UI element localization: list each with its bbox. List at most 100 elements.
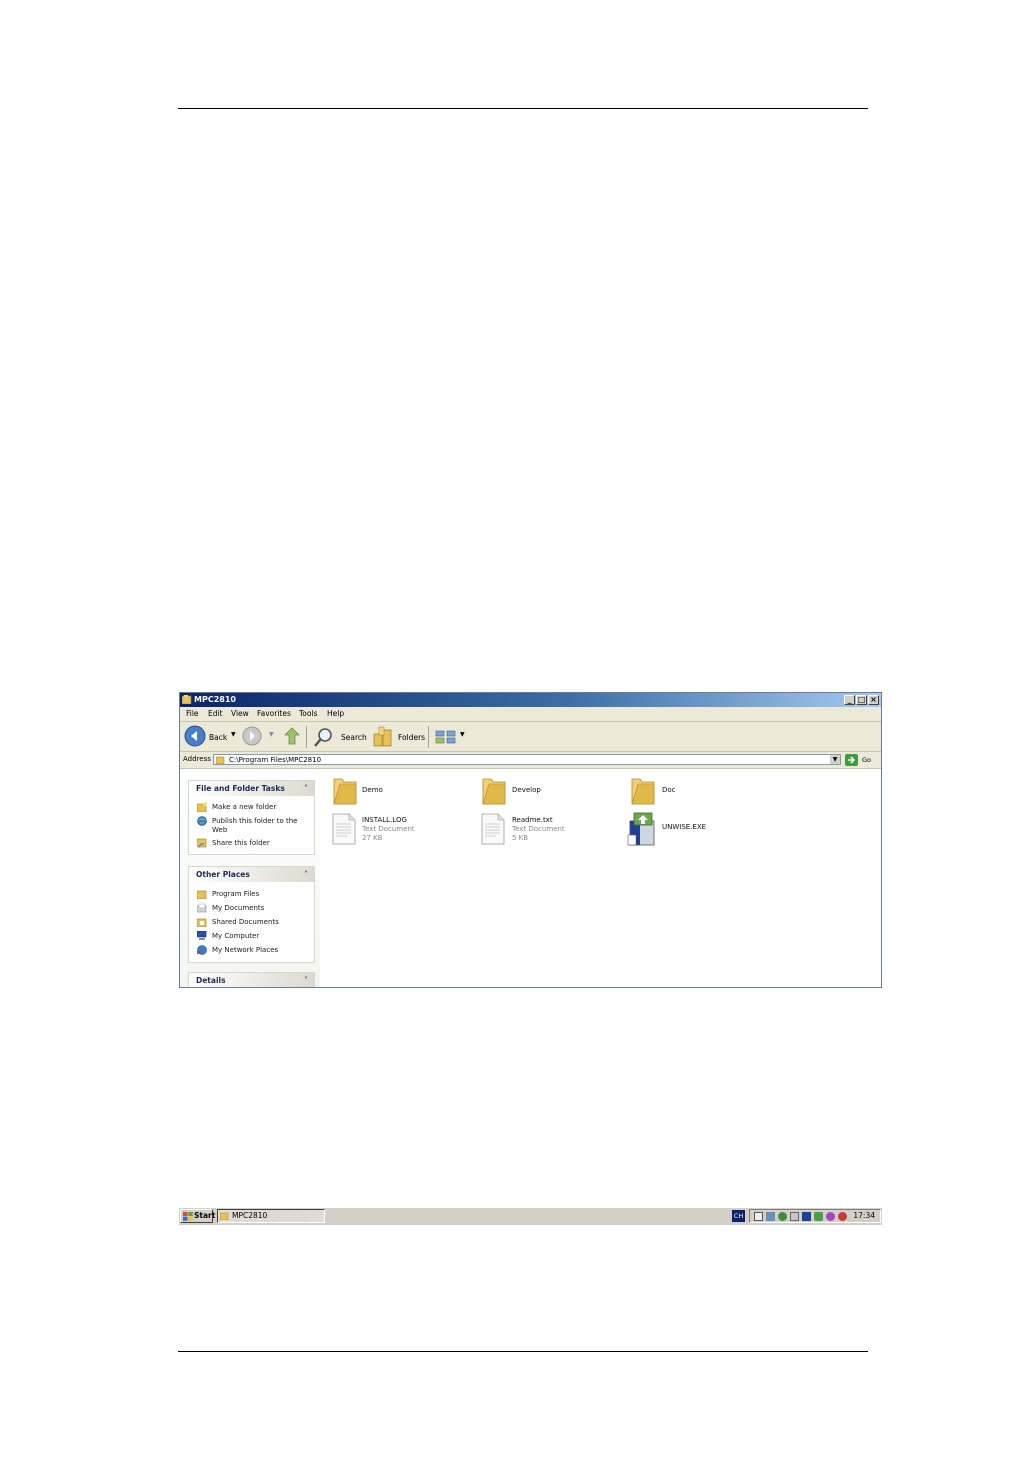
file-size: 27 KB xyxy=(362,834,383,842)
forward-arrow-icon[interactable] xyxy=(242,726,262,746)
task-label: Share this folder xyxy=(212,839,270,847)
views-dropdown-icon[interactable]: ▼ xyxy=(460,731,465,738)
windows-logo-icon xyxy=(183,1212,193,1221)
file-type: Text Document xyxy=(512,825,565,833)
new-folder-icon xyxy=(197,802,207,812)
tray-app-icon[interactable] xyxy=(790,1212,799,1221)
go-arrow-icon[interactable] xyxy=(845,754,858,766)
globe-icon xyxy=(197,816,207,826)
task-label: Web xyxy=(212,826,228,834)
shared-folder-icon xyxy=(197,838,207,848)
security-shield-icon[interactable] xyxy=(838,1212,847,1221)
folders-icon[interactable] xyxy=(373,726,393,748)
panel-title: Other Places xyxy=(196,870,250,879)
file-item-install-log[interactable]: INSTALL.LOG Text Document 27 KB xyxy=(332,813,462,847)
menu-file[interactable]: File xyxy=(186,707,199,721)
folders-button[interactable]: Folders xyxy=(398,733,425,742)
my-documents-icon xyxy=(197,903,207,913)
folder-icon xyxy=(333,778,357,805)
menu-edit[interactable]: Edit xyxy=(208,707,223,721)
taskbar-window-button[interactable]: MPC2810 xyxy=(217,1209,325,1223)
language-indicator[interactable]: CH xyxy=(732,1210,745,1222)
panel-title: Details xyxy=(196,976,226,985)
file-item-readme[interactable]: Readme.txt Text Document 5 KB xyxy=(481,813,611,847)
other-places-panel: Other Places ˄ Program Files My Document… xyxy=(188,866,315,963)
restore-button[interactable]: □ xyxy=(856,695,867,705)
menu-view[interactable]: View xyxy=(231,707,249,721)
keyboard-icon[interactable] xyxy=(754,1212,763,1221)
place-label: Program Files xyxy=(212,890,260,898)
start-label: Start xyxy=(194,1211,216,1220)
file-item-unwise[interactable]: UNWISE.EXE xyxy=(626,811,756,847)
menu-bar: File Edit View Favorites Tools Help xyxy=(180,707,881,722)
file-name: INSTALL.LOG xyxy=(362,816,407,824)
close-button[interactable]: × xyxy=(868,695,879,705)
menu-favorites[interactable]: Favorites xyxy=(257,707,291,721)
expand-chevron-icon[interactable]: ˅ xyxy=(304,973,308,987)
address-dropdown-icon[interactable]: ▼ xyxy=(830,755,840,764)
footer-rule xyxy=(178,1351,868,1352)
back-arrow-icon[interactable] xyxy=(184,725,206,747)
computer-icon xyxy=(197,931,207,940)
up-folder-icon[interactable] xyxy=(284,727,300,745)
file-type: Text Document xyxy=(362,825,415,833)
place-label: My Computer xyxy=(212,932,260,940)
menu-help[interactable]: Help xyxy=(327,707,344,721)
task-label: Make a new folder xyxy=(212,803,277,811)
installer-icon xyxy=(627,812,655,846)
go-button[interactable]: Go xyxy=(862,756,871,764)
place-label: My Network Places xyxy=(212,946,279,954)
header-rule xyxy=(178,108,868,109)
views-icon[interactable] xyxy=(435,730,457,744)
file-name: UNWISE.EXE xyxy=(662,823,707,831)
address-bar: Address C:\Program Files\MPC2810 ▼ Go xyxy=(180,752,881,769)
file-item-develop[interactable]: Develop xyxy=(481,775,611,809)
panel-title: File and Folder Tasks xyxy=(196,784,285,793)
collapse-chevron-icon[interactable]: ˄ xyxy=(304,781,308,796)
taskbar-window-label: MPC2810 xyxy=(232,1211,268,1220)
clock: 17:34 xyxy=(853,1211,875,1220)
explorer-window: MPC2810 _ □ × File Edit View Favorites T… xyxy=(179,692,882,988)
details-panel: Details ˅ xyxy=(188,972,315,987)
window-title: MPC2810 xyxy=(194,695,236,704)
text-document-icon xyxy=(481,813,505,845)
back-button[interactable]: Back xyxy=(209,733,227,742)
task-label: Publish this folder to the xyxy=(212,817,298,825)
minimize-button[interactable]: _ xyxy=(844,695,855,705)
tray-app-icon[interactable] xyxy=(802,1212,811,1221)
address-value: C:\Program Files\MPC2810 xyxy=(229,756,322,764)
folder-icon xyxy=(631,778,655,805)
place-label: Shared Documents xyxy=(212,918,279,926)
file-item-demo[interactable]: Demo xyxy=(332,775,462,809)
folder-icon xyxy=(182,695,192,704)
back-dropdown-icon[interactable]: ▼ xyxy=(231,731,236,738)
search-button[interactable]: Search xyxy=(341,733,367,742)
collapse-chevron-icon[interactable]: ˄ xyxy=(304,867,308,882)
forward-dropdown-icon[interactable]: ▼ xyxy=(269,731,274,738)
folder-icon xyxy=(482,778,506,805)
file-name: Doc xyxy=(662,786,676,794)
file-name: Readme.txt xyxy=(512,816,553,824)
file-folder-tasks-header[interactable]: File and Folder Tasks ˄ xyxy=(189,781,314,796)
network-places-icon xyxy=(197,945,207,955)
file-folder-tasks-panel: File and Folder Tasks ˄ Make a new folde… xyxy=(188,780,315,855)
network-icon[interactable] xyxy=(766,1212,775,1221)
start-button[interactable]: Start xyxy=(180,1209,216,1223)
tray-app-icon[interactable] xyxy=(826,1212,835,1221)
address-input[interactable]: C:\Program Files\MPC2810 ▼ xyxy=(213,754,841,765)
text-document-icon xyxy=(332,813,356,845)
toolbar: Back ▼ ▼ Search Folders ▼ xyxy=(180,722,881,752)
title-bar[interactable]: MPC2810 _ □ × xyxy=(180,693,881,707)
search-icon[interactable] xyxy=(313,726,335,748)
file-name: Develop xyxy=(512,786,541,794)
address-label: Address xyxy=(183,755,211,763)
details-header[interactable]: Details ˅ xyxy=(189,973,314,987)
file-item-doc[interactable]: Doc xyxy=(630,775,760,809)
toolbar-separator xyxy=(306,726,307,748)
system-tray: 17:34 xyxy=(749,1209,881,1223)
other-places-header[interactable]: Other Places ˄ xyxy=(189,867,314,882)
tray-app-icon[interactable] xyxy=(778,1212,787,1221)
menu-tools[interactable]: Tools xyxy=(299,707,317,721)
tray-app-icon[interactable] xyxy=(814,1212,823,1221)
folder-icon xyxy=(216,756,225,764)
